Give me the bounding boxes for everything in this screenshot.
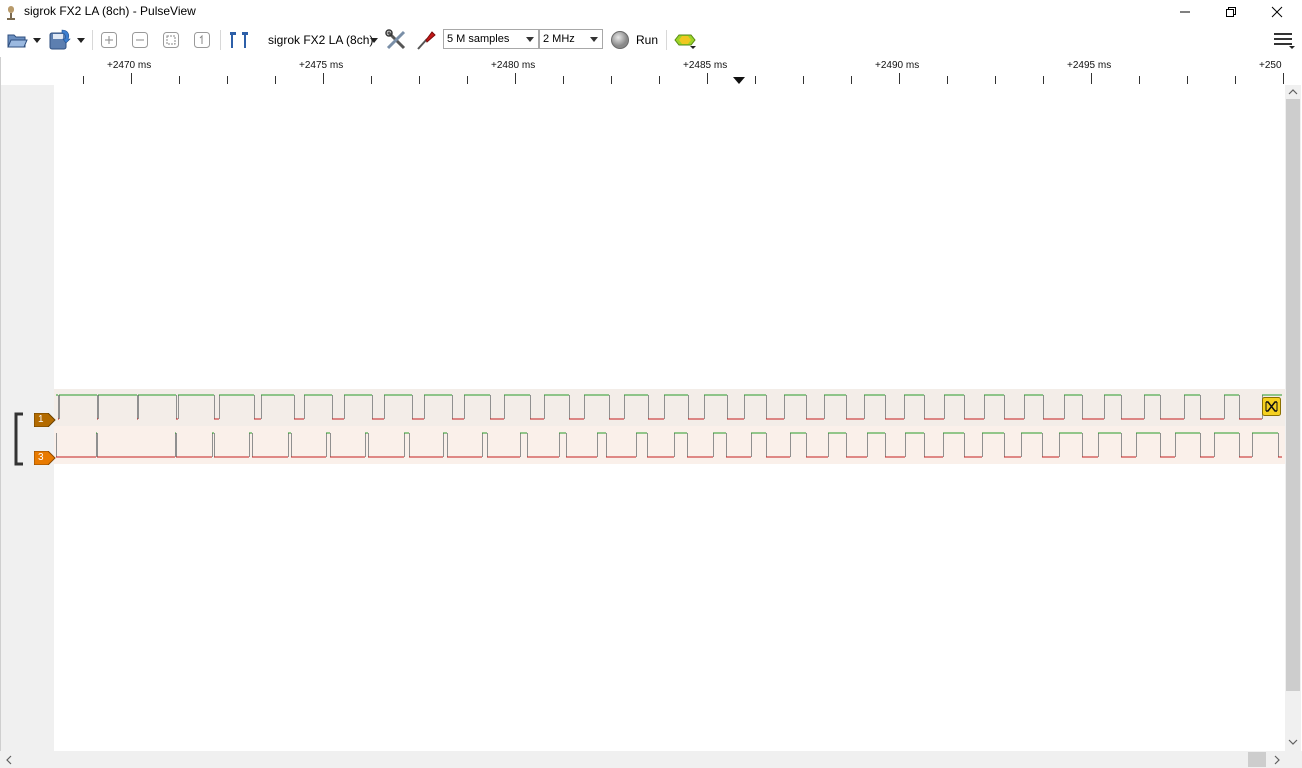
trigger-marker-icon — [733, 77, 745, 84]
zoom-out-button[interactable] — [129, 28, 151, 52]
restore-button[interactable] — [1208, 0, 1254, 24]
zoom-one-to-one-icon — [194, 32, 210, 48]
main-menu-button[interactable] — [1272, 28, 1296, 52]
scroll-left-icon[interactable] — [2, 752, 16, 768]
waveform-canvas — [56, 394, 1282, 458]
horizontal-scroll-thumb[interactable] — [1248, 752, 1266, 767]
sample-count-select[interactable]: 5 M samples — [443, 29, 539, 49]
save-icon — [49, 29, 71, 50]
channel-3-name: 3 — [38, 452, 44, 463]
channel-1-name: 1 — [38, 414, 44, 425]
zoom-fit-button[interactable] — [160, 28, 182, 52]
vertical-scroll-thumb[interactable] — [1286, 99, 1300, 691]
device-config-button[interactable] — [384, 28, 408, 52]
probe-icon — [417, 31, 436, 50]
sample-count-value: 5 M samples — [447, 33, 510, 45]
device-config-icon — [385, 29, 406, 50]
open-button[interactable] — [5, 28, 29, 52]
sample-rate-value: 2 MHz — [543, 33, 575, 45]
cursor-icon — [230, 32, 248, 48]
zoom-out-icon — [132, 32, 148, 48]
chevron-down-icon — [590, 37, 598, 42]
channel-3-label[interactable]: 3 — [33, 450, 56, 468]
time-ruler[interactable]: +2470 ms +2475 ms +2480 ms +2485 ms +249… — [54, 57, 1285, 85]
cursor-button[interactable] — [226, 28, 252, 52]
decoder-icon — [674, 34, 696, 49]
menu-icon — [1274, 33, 1295, 49]
scroll-down-icon[interactable] — [1285, 736, 1301, 748]
device-selector-arrow[interactable] — [368, 28, 380, 52]
toolbar-separator — [92, 30, 93, 50]
open-menu-arrow[interactable] — [31, 28, 43, 52]
scroll-right-icon[interactable] — [1270, 752, 1284, 768]
horizontal-scrollbar[interactable] — [0, 751, 1302, 768]
run-icon — [611, 31, 629, 49]
run-button[interactable]: Run — [610, 28, 660, 52]
toolbar-separator — [220, 30, 221, 50]
add-decoder-button[interactable] — [672, 28, 698, 52]
app-icon — [7, 6, 15, 20]
scroll-up-icon[interactable] — [1285, 86, 1301, 98]
trigger-icon[interactable] — [1262, 397, 1281, 416]
window-title: sigrok FX2 LA (8ch) - PulseView — [24, 4, 196, 18]
chevron-down-icon — [526, 37, 534, 42]
save-button[interactable] — [47, 28, 73, 52]
channel-1-label[interactable]: 1 — [33, 412, 56, 430]
close-icon — [1271, 6, 1283, 18]
close-button[interactable] — [1254, 0, 1300, 24]
channel-group-bracket[interactable] — [13, 412, 25, 466]
chevron-down-icon — [77, 37, 85, 43]
probe-config-button[interactable] — [414, 28, 438, 52]
minimize-icon — [1180, 11, 1190, 13]
zoom-in-button[interactable] — [98, 28, 120, 52]
chevron-down-icon — [33, 37, 41, 43]
minimize-button[interactable] — [1162, 0, 1208, 24]
run-label: Run — [636, 33, 659, 47]
open-icon — [7, 34, 28, 48]
ruler-ticks — [83, 73, 1284, 84]
sample-rate-select[interactable]: 2 MHz — [539, 29, 603, 49]
toolbar-separator — [666, 30, 667, 50]
chevron-down-icon — [370, 37, 378, 43]
zoom-one-to-one-button[interactable] — [191, 28, 213, 52]
main-toolbar: sigrok FX2 LA (8ch) 5 M samples 2 MHz Ru… — [0, 24, 1302, 57]
device-selector-label[interactable]: sigrok FX2 LA (8ch) — [268, 33, 373, 47]
restore-icon — [1226, 7, 1236, 17]
save-menu-arrow[interactable] — [75, 28, 87, 52]
zoom-fit-icon — [163, 32, 179, 48]
vertical-scrollbar[interactable] — [1285, 85, 1301, 751]
title-bar: sigrok FX2 LA (8ch) - PulseView — [0, 0, 1302, 24]
zoom-in-icon — [101, 32, 117, 48]
